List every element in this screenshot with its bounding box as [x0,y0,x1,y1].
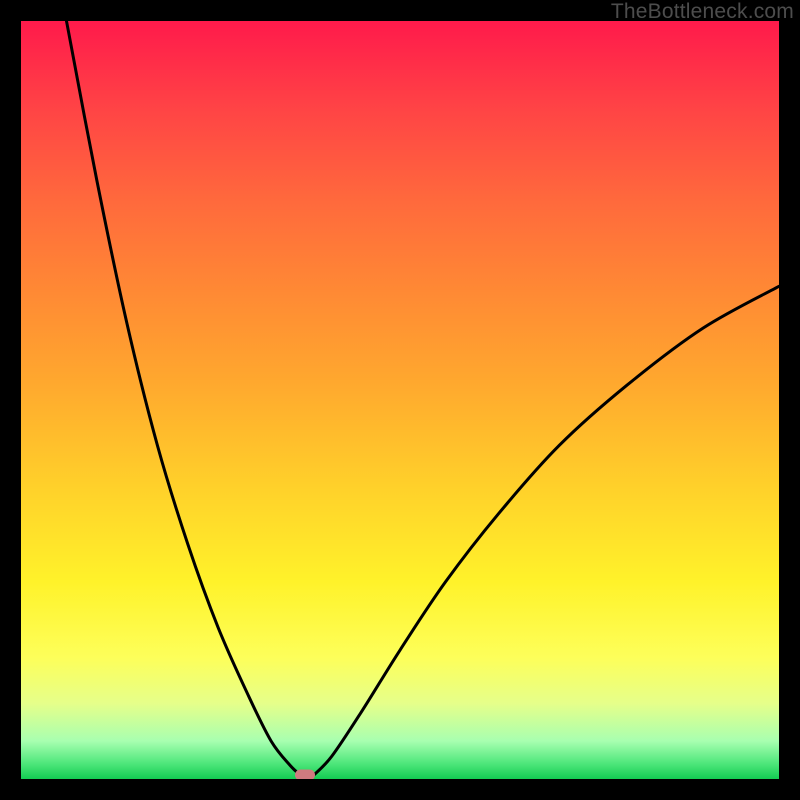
minimum-marker [295,770,315,780]
curve-left-branch [66,21,301,776]
bottleneck-curve [21,21,779,779]
curve-right-branch [313,286,779,776]
chart-frame [21,21,779,779]
